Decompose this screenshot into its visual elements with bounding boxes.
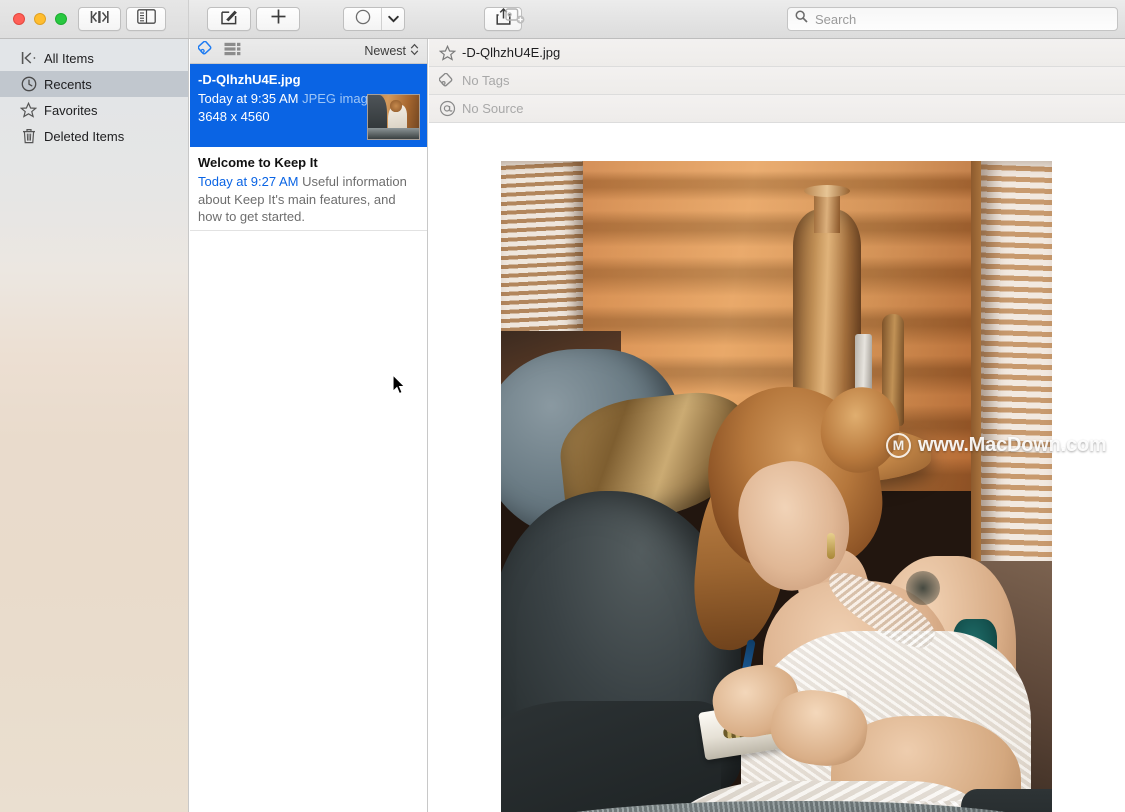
sidebar-item-recents[interactable]: Recents — [0, 71, 188, 97]
app-window: Search All Items Recents Favorites Delet… — [0, 0, 1125, 812]
arrow-cursor — [392, 373, 406, 395]
chevron-down-icon — [387, 10, 399, 28]
tag-icon — [437, 72, 457, 90]
list-item-kind: JPEG image — [302, 91, 376, 106]
new-note-button[interactable] — [207, 7, 251, 31]
search-icon — [795, 10, 808, 28]
close-window-button[interactable] — [13, 13, 25, 25]
star-icon[interactable] — [437, 44, 457, 62]
list-rows-icon — [224, 42, 241, 61]
sidebar-item-label: Favorites — [44, 102, 98, 118]
item-list-pane: Newest -D-QlhzhU4E.jpg Today at 9:35 AM … — [190, 39, 428, 812]
status-circle-button[interactable] — [344, 8, 382, 30]
list-item-subtitle: Today at 9:27 AM Useful information abou… — [198, 173, 417, 226]
sidebar: All Items Recents Favorites Deleted Item… — [0, 39, 189, 812]
list-header: Newest — [190, 39, 427, 64]
at-icon — [437, 100, 457, 118]
all-items-icon — [20, 50, 37, 67]
sidebar-item-label: Deleted Items — [44, 128, 125, 144]
plus-icon — [270, 8, 287, 30]
sidebar-item-label: Recents — [44, 76, 92, 92]
compose-pencil-icon — [220, 8, 238, 30]
minimize-window-button[interactable] — [34, 13, 46, 25]
toggle-sidebar-button[interactable] — [126, 7, 166, 31]
sidebar-item-label: All Items — [44, 50, 94, 66]
watermark-text: www.MacDown.com — [918, 433, 1107, 456]
search-placeholder: Search — [815, 11, 857, 27]
search-field[interactable]: Search — [787, 7, 1118, 31]
circle-icon — [355, 9, 371, 30]
detail-tags-row[interactable]: No Tags — [429, 67, 1125, 95]
sidebar-item-deleted-items[interactable]: Deleted Items — [0, 123, 188, 149]
list-tag-filter-button[interactable] — [197, 40, 215, 61]
trash-icon — [20, 128, 37, 145]
list-item-date: Today at 9:35 AM — [198, 91, 299, 106]
list-item-date: Today at 9:27 AM — [198, 174, 299, 189]
list-sort-label: Newest — [364, 44, 406, 58]
sort-chevrons-icon — [410, 43, 419, 59]
shoulder-tattoo — [906, 571, 940, 605]
collapse-panes-icon — [89, 10, 110, 29]
armchair-seat — [501, 701, 721, 812]
tag-plus-icon — [504, 7, 526, 31]
star-icon — [20, 102, 37, 119]
detail-source-row[interactable]: No Source — [429, 95, 1125, 123]
tag-icon — [197, 40, 215, 61]
macdown-logo-icon: M — [886, 432, 911, 458]
detail-tags-value: No Tags — [462, 73, 510, 88]
status-menu-button[interactable] — [382, 8, 404, 30]
list-item-title: -D-QlhzhU4E.jpg — [198, 72, 301, 87]
list-view-mode-button[interactable] — [224, 42, 241, 61]
maximize-window-button[interactable] — [55, 13, 67, 25]
toolbar: Search — [0, 0, 1125, 39]
sidebar-layout-icon — [136, 9, 156, 29]
list-sort-control[interactable]: Newest — [364, 43, 419, 59]
sidebar-item-favorites[interactable]: Favorites — [0, 97, 188, 123]
add-item-button[interactable] — [256, 7, 300, 31]
woman-earring — [827, 533, 835, 559]
clock-icon — [20, 76, 37, 93]
list-item-dimensions: 3648 x 4560 — [198, 108, 270, 124]
detail-pane: -D-QlhzhU4E.jpg No Tags No Source M www.… — [429, 39, 1125, 812]
list-item[interactable]: -D-QlhzhU4E.jpg Today at 9:35 AM JPEG im… — [190, 64, 427, 147]
add-tag-button[interactable] — [496, 7, 534, 31]
list-item-title: Welcome to Keep It — [198, 155, 318, 170]
vase-lip — [804, 185, 850, 197]
sidebar-item-all-items[interactable]: All Items — [0, 45, 188, 71]
detail-source-value: No Source — [462, 101, 524, 116]
detail-title-row[interactable]: -D-QlhzhU4E.jpg — [429, 39, 1125, 67]
image-preview-area[interactable] — [429, 123, 1125, 812]
list-item[interactable]: Welcome to Keep It Today at 9:27 AM Usef… — [190, 147, 427, 231]
preview-image — [501, 161, 1052, 812]
list-item-thumbnail — [367, 94, 420, 140]
watermark: M www.MacDown.com — [886, 431, 1107, 459]
status-segmented-control[interactable] — [343, 7, 405, 31]
detail-title: -D-QlhzhU4E.jpg — [462, 45, 561, 60]
collapse-panes-button[interactable] — [78, 7, 121, 31]
